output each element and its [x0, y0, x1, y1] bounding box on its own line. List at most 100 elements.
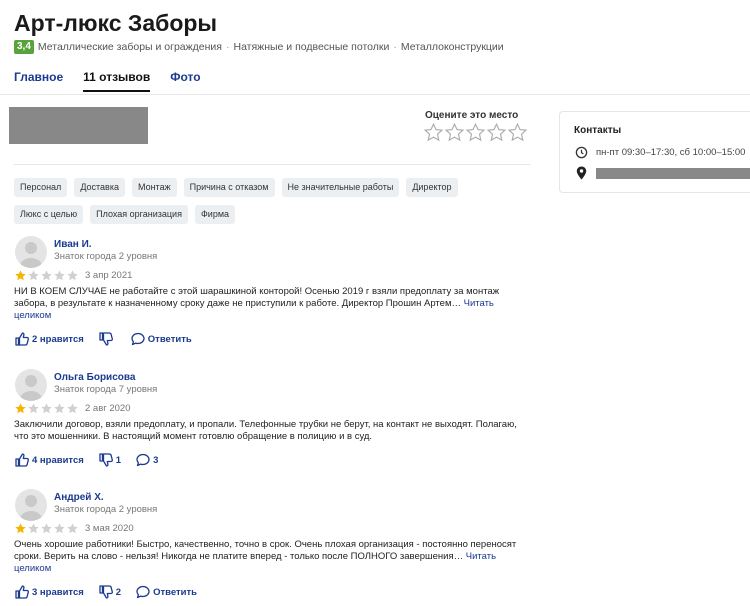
star-filled-icon — [14, 269, 27, 282]
review-body: Очень хорошие работники! Быстро, качеств… — [14, 539, 517, 562]
review-date: 3 апр 2021 — [85, 270, 133, 281]
dislike-button[interactable]: 1 — [98, 452, 121, 468]
review-author[interactable]: Иван И. — [54, 239, 92, 250]
dislike-count: 2 — [115, 586, 122, 598]
star-empty-icon — [53, 269, 66, 282]
hours-row: пн-пт 09:30–17:30, сб 10:00–15:00 — [574, 145, 745, 159]
tag-staff[interactable]: Персонал — [14, 178, 68, 197]
star-empty-icon — [66, 402, 79, 415]
tag-refusal[interactable]: Причина с отказом — [183, 178, 275, 197]
reply-button[interactable]: Ответить — [135, 584, 197, 600]
like-button[interactable]: 4 нравится — [14, 452, 84, 468]
rate-star-3-icon[interactable] — [465, 122, 486, 143]
star-filled-icon — [14, 402, 27, 415]
like-count: 3 нравится — [32, 586, 84, 598]
thumbs-down-icon — [99, 332, 113, 346]
section-divider — [14, 164, 530, 165]
review-date: 2 авг 2020 — [85, 403, 131, 414]
comments-count: 3 — [153, 454, 159, 466]
tab-bar: Главное 11 отзывов Фото — [14, 70, 221, 92]
star-empty-icon — [40, 522, 53, 535]
category-separator: · — [393, 41, 397, 53]
reply-button[interactable]: Ответить — [130, 331, 192, 347]
contacts-card: Контакты пн-пт 09:30–17:30, сб 10:00–15:… — [559, 111, 750, 193]
like-button[interactable]: 2 нравится — [14, 331, 84, 347]
star-empty-icon — [27, 522, 40, 535]
tabs-divider — [0, 94, 750, 95]
address-row — [574, 166, 750, 180]
review-actions: 3 нравится 2 Ответить — [14, 584, 211, 600]
redacted-address — [596, 167, 750, 179]
review-card: Ольга Борисова Знаток города 7 уровня 2 … — [14, 369, 530, 479]
tag-delivery[interactable]: Доставка — [74, 178, 125, 197]
rate-label: Оцените это место — [425, 110, 519, 121]
review-author-level: Знаток города 7 уровня — [54, 384, 158, 395]
category-3[interactable]: Металлоконструкции — [401, 41, 504, 53]
review-tags: Персонал Доставка Монтаж Причина с отказ… — [14, 178, 530, 232]
reply-label: Ответить — [153, 586, 197, 598]
like-count: 2 нравится — [32, 333, 84, 345]
like-button[interactable]: 3 нравится — [14, 584, 84, 600]
review-card: Иван И. Знаток города 2 уровня 3 апр 202… — [14, 236, 530, 356]
comments-button[interactable]: 3 — [135, 452, 158, 468]
comment-icon — [136, 453, 150, 467]
comment-icon — [131, 332, 145, 346]
category-separator: · — [225, 41, 230, 53]
star-filled-icon — [14, 522, 27, 535]
thumbs-up-icon — [15, 332, 29, 346]
location-pin-icon — [574, 166, 588, 180]
review-body: НИ В КОЕМ СЛУЧАЕ не работайте с этой шар… — [14, 286, 500, 309]
review-rating: 3 апр 2021 — [14, 269, 132, 282]
star-empty-icon — [27, 402, 40, 415]
avatar[interactable] — [15, 236, 47, 268]
review-text: Очень хорошие работники! Быстро, качеств… — [14, 539, 530, 575]
star-empty-icon — [40, 402, 53, 415]
clock-icon — [574, 145, 588, 159]
rate-star-2-icon[interactable] — [444, 122, 465, 143]
like-count: 4 нравится — [32, 454, 84, 466]
review-author-level: Знаток города 2 уровня — [54, 504, 158, 515]
review-date: 3 мая 2020 — [85, 523, 134, 534]
category-2[interactable]: Натяжные и подвесные потолки — [233, 41, 389, 53]
review-author[interactable]: Ольга Борисова — [54, 372, 135, 383]
star-empty-icon — [53, 402, 66, 415]
rate-star-1-icon[interactable] — [423, 122, 444, 143]
rate-star-4-icon[interactable] — [486, 122, 507, 143]
category-1[interactable]: Металлические заборы и ограждения — [38, 41, 222, 53]
star-empty-icon — [40, 269, 53, 282]
tag-company[interactable]: Фирма — [194, 205, 236, 224]
tab-reviews[interactable]: 11 отзывов — [83, 70, 151, 92]
rate-stars — [423, 122, 528, 143]
review-actions: 2 нравится Ответить — [14, 331, 206, 347]
thumbs-up-icon — [15, 453, 29, 467]
review-text: Заключили договор, взяли предоплату, и п… — [14, 419, 530, 443]
tag-bad-organization[interactable]: Плохая организация — [90, 205, 188, 224]
review-rating: 2 авг 2020 — [14, 402, 131, 415]
thumbs-up-icon — [15, 585, 29, 599]
review-author-level: Знаток города 2 уровня — [54, 251, 158, 262]
review-text: НИ В КОЕМ СЛУЧАЕ не работайте с этой шар… — [14, 286, 530, 322]
star-empty-icon — [66, 522, 79, 535]
avatar[interactable] — [15, 489, 47, 521]
comment-icon — [136, 585, 150, 599]
star-empty-icon — [27, 269, 40, 282]
page-title: Арт-люкс Заборы — [14, 10, 218, 36]
thumbs-down-icon — [99, 453, 113, 467]
review-card: Андрей Х. Знаток города 2 уровня 3 мая 2… — [14, 489, 530, 604]
dislike-button[interactable]: 2 — [98, 584, 121, 600]
tab-main[interactable]: Главное — [14, 70, 63, 92]
hours-text: пн-пт 09:30–17:30, сб 10:00–15:00 — [596, 146, 746, 158]
tab-photo[interactable]: Фото — [170, 70, 200, 92]
tag-minor-works[interactable]: Не значительные работы — [281, 178, 400, 197]
thumbs-down-icon — [99, 585, 113, 599]
avatar[interactable] — [15, 369, 47, 401]
reply-label: Ответить — [147, 333, 192, 345]
dislike-button[interactable] — [98, 331, 116, 347]
tag-director[interactable]: Директор — [406, 178, 458, 197]
redacted-block — [9, 107, 148, 144]
tag-luxury[interactable]: Люкс с целью — [14, 205, 84, 224]
review-actions: 4 нравится 1 3 — [14, 452, 172, 468]
rate-star-5-icon[interactable] — [507, 122, 528, 143]
review-author[interactable]: Андрей Х. — [54, 492, 104, 503]
tag-installation[interactable]: Монтаж — [131, 178, 177, 197]
